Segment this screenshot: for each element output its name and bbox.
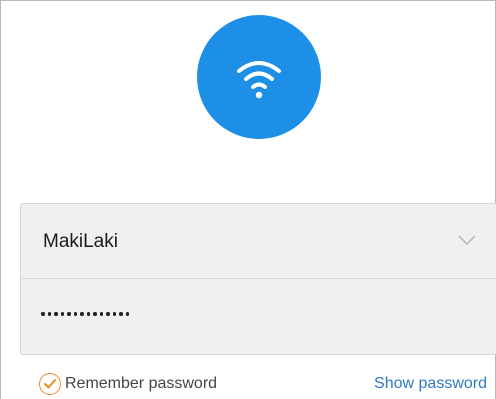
password-field[interactable] [21,279,496,354]
password-dot [125,312,129,316]
password-mask [41,312,129,316]
password-dot [67,312,71,316]
password-dot [60,312,64,316]
password-dot [54,312,58,316]
password-dot [80,312,84,316]
wifi-badge [197,15,321,139]
username-value[interactable]: MakiLaki [43,231,118,253]
checkmark-icon[interactable] [39,373,61,395]
password-dot [112,312,116,316]
password-dot [106,312,110,316]
password-dot [47,312,51,316]
remember-password-checkbox[interactable]: Remember password [39,373,217,395]
login-form: MakiLaki [20,203,496,355]
password-dot [41,312,45,316]
password-dot [93,312,97,316]
password-dot [119,312,123,316]
show-password-link[interactable]: Show password [374,375,487,393]
username-field[interactable]: MakiLaki [21,204,496,279]
password-dot [99,312,103,316]
wifi-icon [237,61,281,99]
password-dot [86,312,90,316]
password-dot [73,312,77,316]
remember-password-label[interactable]: Remember password [65,375,217,393]
login-window: MakiLaki Remember password Show password [0,0,496,399]
chevron-down-icon[interactable] [458,233,476,251]
